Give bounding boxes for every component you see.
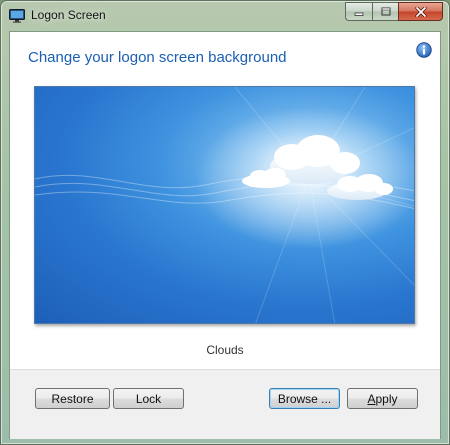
caption-buttons xyxy=(345,2,443,21)
apply-accelerator: A xyxy=(367,391,376,406)
minimize-icon xyxy=(354,12,364,16)
apply-button[interactable]: Apply xyxy=(347,388,418,409)
browse-button[interactable]: Browse ... xyxy=(269,388,340,409)
window-title: Logon Screen xyxy=(31,8,106,22)
lock-button[interactable]: Lock xyxy=(113,388,184,409)
monitor-icon xyxy=(9,9,25,23)
clouds-illustration xyxy=(35,87,414,323)
apply-label-rest: pply xyxy=(375,391,398,406)
maximize-icon xyxy=(381,7,390,16)
background-preview-image xyxy=(34,86,415,324)
restore-button[interactable]: Restore xyxy=(35,388,110,409)
page-heading: Change your logon screen background xyxy=(28,49,287,66)
apply-button-label: Apply xyxy=(367,392,397,406)
lock-button-label: Lock xyxy=(135,391,162,406)
logon-screen-window: Logon Screen Change your logon screen ba… xyxy=(0,0,450,445)
title-bar[interactable]: Logon Screen xyxy=(1,1,449,31)
maximize-button[interactable] xyxy=(372,2,398,21)
browse-button-label: Browse ... xyxy=(277,391,332,406)
button-bar: Restore Lock Browse ... Apply xyxy=(10,369,440,439)
dialog-client-area: Change your logon screen background Clou… xyxy=(9,31,441,439)
preview-caption: Clouds xyxy=(206,343,244,357)
info-icon[interactable] xyxy=(416,42,432,58)
restore-button-label: Restore xyxy=(51,391,94,406)
close-button[interactable] xyxy=(398,2,443,21)
close-icon xyxy=(414,6,427,17)
minimize-button[interactable] xyxy=(345,2,372,21)
